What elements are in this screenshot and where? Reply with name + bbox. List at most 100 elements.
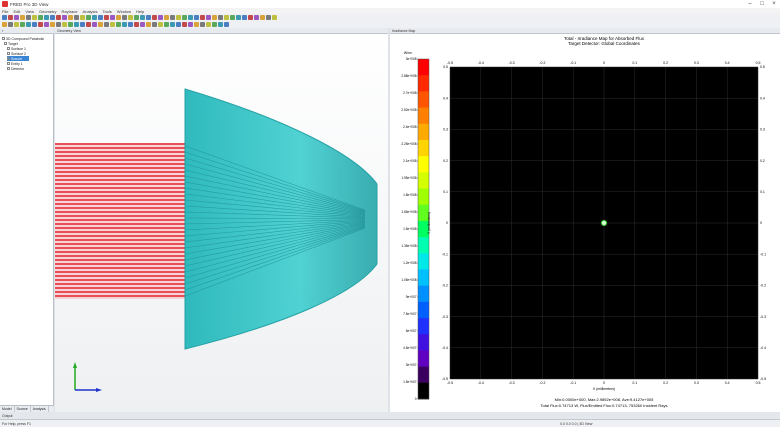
toolbar-tool-icon[interactable] bbox=[20, 22, 25, 27]
toolbar-tool-icon[interactable] bbox=[152, 22, 157, 27]
menu-file[interactable]: File bbox=[2, 9, 8, 14]
toolbar-tool-icon[interactable] bbox=[200, 22, 205, 27]
toolbar-tool-icon[interactable] bbox=[56, 15, 61, 20]
toolbar-tool-icon[interactable] bbox=[206, 22, 211, 27]
toolbar-tool-icon[interactable] bbox=[146, 15, 151, 20]
toolbar-tool-icon[interactable] bbox=[104, 22, 109, 27]
toolbar-tool-icon[interactable] bbox=[20, 15, 25, 20]
toolbar-tool-icon[interactable] bbox=[146, 22, 151, 27]
toolbar-tool-icon[interactable] bbox=[260, 15, 265, 20]
menu-raytrace[interactable]: Raytrace bbox=[62, 9, 78, 14]
toolbar-tool-icon[interactable] bbox=[68, 22, 73, 27]
toolbar-tool-icon[interactable] bbox=[212, 15, 217, 20]
toolbar-tool-icon[interactable] bbox=[218, 22, 223, 27]
toolbar-tool-icon[interactable] bbox=[266, 15, 271, 20]
tree-item-detector[interactable]: Detector bbox=[7, 66, 24, 71]
toolbar-tool-icon[interactable] bbox=[44, 22, 49, 27]
toolbar-tool-icon[interactable] bbox=[86, 15, 91, 20]
toolbar-tool-icon[interactable] bbox=[194, 15, 199, 20]
toolbar-tool-icon[interactable] bbox=[206, 15, 211, 20]
minimize-icon[interactable]: – bbox=[744, 0, 756, 8]
toolbar-tool-icon[interactable] bbox=[32, 22, 37, 27]
menu-geometry[interactable]: Geometry bbox=[39, 9, 57, 14]
toolbar-tool-icon[interactable] bbox=[50, 15, 55, 20]
toolbar-tool-icon[interactable] bbox=[128, 15, 133, 20]
toolbar-tool-icon[interactable] bbox=[50, 22, 55, 27]
toolbar-tool-icon[interactable] bbox=[182, 22, 187, 27]
toolbar-tool-icon[interactable] bbox=[188, 15, 193, 20]
toolbar-tool-icon[interactable] bbox=[272, 15, 277, 20]
toolbar-tool-icon[interactable] bbox=[236, 15, 241, 20]
toolbar-tool-icon[interactable] bbox=[182, 15, 187, 20]
toolbar-tool-icon[interactable] bbox=[80, 22, 85, 27]
toolbar-tool-icon[interactable] bbox=[134, 22, 139, 27]
toolbar-tool-icon[interactable] bbox=[176, 15, 181, 20]
toolbar-tool-icon[interactable] bbox=[80, 15, 85, 20]
toolbar-tool-icon[interactable] bbox=[248, 15, 253, 20]
toolbar-tool-icon[interactable] bbox=[8, 15, 13, 20]
expand-icon[interactable] bbox=[2, 37, 5, 40]
tab-output[interactable]: Output bbox=[2, 414, 13, 418]
toolbar-tool-icon[interactable] bbox=[26, 15, 31, 20]
menu-tools[interactable]: Tools bbox=[102, 9, 111, 14]
toolbar-tool-icon[interactable] bbox=[134, 15, 139, 20]
toolbar-tool-icon[interactable] bbox=[86, 22, 91, 27]
toolbar-tool-icon[interactable] bbox=[38, 22, 43, 27]
toolbar-tool-icon[interactable] bbox=[254, 15, 259, 20]
toolbar-tool-icon[interactable] bbox=[2, 15, 7, 20]
close-icon[interactable]: × bbox=[768, 0, 780, 8]
toolbar-tool-icon[interactable] bbox=[8, 22, 13, 27]
toolbar-tool-icon[interactable] bbox=[92, 22, 97, 27]
toolbar-tool-icon[interactable] bbox=[158, 15, 163, 20]
toolbar-tool-icon[interactable] bbox=[164, 22, 169, 27]
toolbar-tool-icon[interactable] bbox=[218, 15, 223, 20]
toolbar-tool-icon[interactable] bbox=[110, 22, 115, 27]
menu-edit[interactable]: Edit bbox=[13, 9, 20, 14]
toolbar-tool-icon[interactable] bbox=[200, 15, 205, 20]
menu-help[interactable]: Help bbox=[136, 9, 144, 14]
toolbar-tool-icon[interactable] bbox=[176, 22, 181, 27]
toolbar-tool-icon[interactable] bbox=[242, 15, 247, 20]
toolbar-tool-icon[interactable] bbox=[116, 15, 121, 20]
toolbar-tool-icon[interactable] bbox=[2, 22, 7, 27]
toolbar-tool-icon[interactable] bbox=[170, 15, 175, 20]
toolbar-tool-icon[interactable] bbox=[224, 15, 229, 20]
toolbar-tool-icon[interactable] bbox=[158, 22, 163, 27]
toolbar-tool-icon[interactable] bbox=[62, 22, 67, 27]
toolbar-tool-icon[interactable] bbox=[74, 15, 79, 20]
geometry-3d-view[interactable] bbox=[55, 34, 388, 412]
toolbar-tool-icon[interactable] bbox=[98, 15, 103, 20]
toolbar-tool-icon[interactable] bbox=[68, 15, 73, 20]
toolbar-tool-icon[interactable] bbox=[152, 15, 157, 20]
toolbar-tool-icon[interactable] bbox=[14, 15, 19, 20]
toolbar-tool-icon[interactable] bbox=[44, 15, 49, 20]
toolbar-tool-icon[interactable] bbox=[98, 22, 103, 27]
irradiance-map-window[interactable]: Total - Irradiance Map for Absorbed Flux… bbox=[390, 34, 780, 412]
menu-view[interactable]: View bbox=[25, 9, 34, 14]
toolbar-tool-icon[interactable] bbox=[188, 22, 193, 27]
toolbar-tool-icon[interactable] bbox=[38, 15, 43, 20]
toolbar-tool-icon[interactable] bbox=[170, 22, 175, 27]
menu-window[interactable]: Window bbox=[117, 9, 131, 14]
maximize-icon[interactable]: □ bbox=[756, 0, 768, 8]
menu-analysis[interactable]: Analysis bbox=[83, 9, 98, 14]
toolbar-tool-icon[interactable] bbox=[140, 22, 145, 27]
toolbar-tool-icon[interactable] bbox=[140, 15, 145, 20]
toolbar-tool-icon[interactable] bbox=[14, 22, 19, 27]
toolbar-tool-icon[interactable] bbox=[194, 22, 199, 27]
toolbar-tool-icon[interactable] bbox=[122, 15, 127, 20]
toolbar-tool-icon[interactable] bbox=[128, 22, 133, 27]
toolbar-tool-icon[interactable] bbox=[116, 22, 121, 27]
toolbar-tool-icon[interactable] bbox=[62, 15, 67, 20]
toolbar-tool-icon[interactable] bbox=[164, 15, 169, 20]
toolbar-tool-icon[interactable] bbox=[122, 22, 127, 27]
toolbar-tool-icon[interactable] bbox=[56, 22, 61, 27]
toolbar-tool-icon[interactable] bbox=[26, 22, 31, 27]
toolbar-tool-icon[interactable] bbox=[32, 15, 37, 20]
expand-icon[interactable] bbox=[4, 42, 7, 45]
toolbar-tool-icon[interactable] bbox=[212, 22, 217, 27]
toolbar-tool-icon[interactable] bbox=[74, 22, 79, 27]
toolbar-tool-icon[interactable] bbox=[92, 15, 97, 20]
toolbar-tool-icon[interactable] bbox=[230, 15, 235, 20]
toolbar-tool-icon[interactable] bbox=[224, 22, 229, 27]
